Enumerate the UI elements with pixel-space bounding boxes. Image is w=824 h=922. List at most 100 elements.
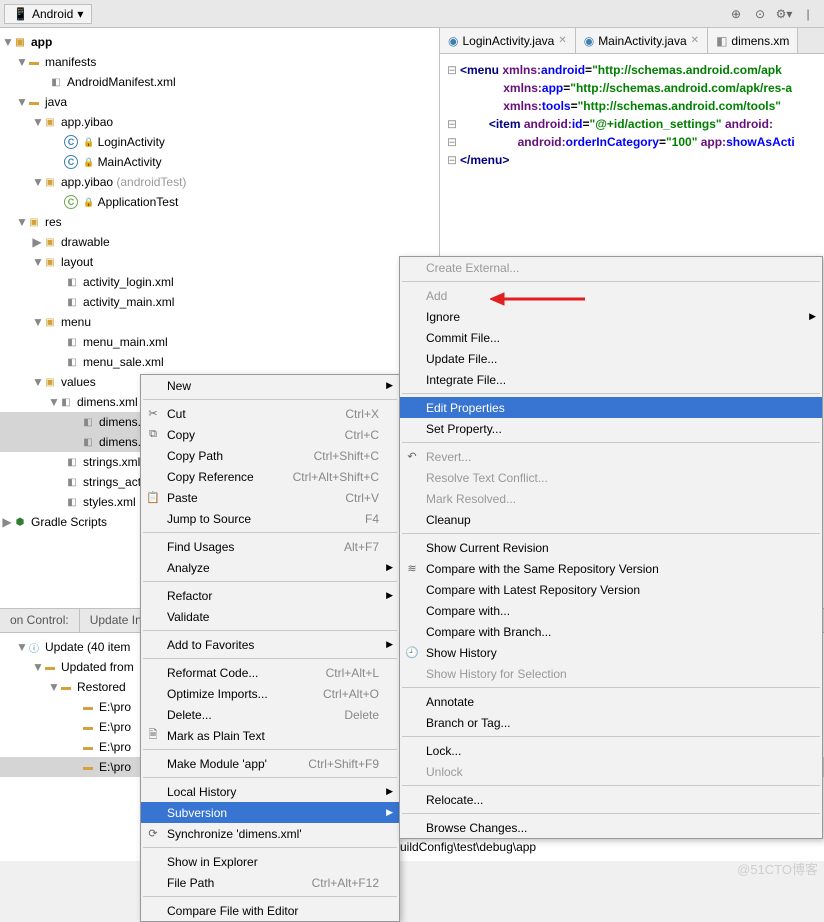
- target-icon[interactable]: ⊙: [748, 2, 772, 26]
- folder-icon: ▣: [42, 314, 58, 330]
- svn-browse-changes[interactable]: Browse Changes...: [400, 817, 822, 838]
- xml-file-icon: ◧: [64, 274, 80, 290]
- menu-analyze[interactable]: Analyze▶: [141, 557, 399, 578]
- menu-optimize[interactable]: Optimize Imports...Ctrl+Alt+O: [141, 683, 399, 704]
- tree-node-res[interactable]: ▼▣res: [0, 212, 439, 232]
- tree-node-java[interactable]: ▼▬java: [0, 92, 439, 112]
- folder-icon: ▬: [80, 699, 96, 715]
- svn-relocate[interactable]: Relocate...: [400, 789, 822, 810]
- svn-show-history-sel: Show History for Selection: [400, 663, 822, 684]
- menu-paste[interactable]: 📋PasteCtrl+V: [141, 487, 399, 508]
- module-icon: ▣: [12, 34, 28, 50]
- tree-node-main[interactable]: C🔒 MainActivity: [0, 152, 439, 172]
- result-row[interactable]: uildConfig\test\debug\app: [0, 837, 824, 857]
- folder-icon: ▬: [42, 659, 58, 675]
- menu-validate[interactable]: Validate: [141, 606, 399, 627]
- svn-cleanup[interactable]: Cleanup: [400, 509, 822, 530]
- close-tab-icon[interactable]: ✕: [558, 35, 566, 46]
- svn-ignore[interactable]: Ignore▶: [400, 306, 822, 327]
- menu-separator: [402, 687, 820, 688]
- editor-tab-dimens[interactable]: ◧dimens.xm: [708, 28, 798, 53]
- menu-separator: [143, 847, 397, 848]
- xml-file-icon: ◧: [64, 494, 80, 510]
- svn-submenu[interactable]: Create External... Add Ignore▶ Commit Fi…: [399, 256, 823, 839]
- svn-compare-same[interactable]: ≋Compare with the Same Repository Versio…: [400, 558, 822, 579]
- tree-node-menu-main[interactable]: ◧menu_main.xml: [0, 332, 439, 352]
- bottom-tab-control[interactable]: on Control:: [0, 609, 80, 632]
- package-icon: ▣: [42, 114, 58, 130]
- module-selector[interactable]: 📱 Android ▾: [4, 4, 92, 24]
- tree-node-apptest[interactable]: C🔒 ApplicationTest: [0, 192, 439, 212]
- folder-icon: ▣: [42, 374, 58, 390]
- submenu-arrow-icon: ▶: [386, 590, 393, 601]
- tree-node-activity-login[interactable]: ◧activity_login.xml: [0, 272, 439, 292]
- menu-reformat[interactable]: Reformat Code...Ctrl+Alt+L: [141, 662, 399, 683]
- menu-new[interactable]: New▶: [141, 375, 399, 396]
- svn-commit[interactable]: Commit File...: [400, 327, 822, 348]
- cut-icon: ✂: [145, 407, 161, 420]
- menu-separator: [402, 736, 820, 737]
- tree-node-manifests[interactable]: ▼▬manifests: [0, 52, 439, 72]
- chevron-down-icon: ▾: [77, 7, 83, 21]
- xml-file-icon: ◧: [64, 294, 80, 310]
- revert-icon: ↶: [404, 450, 420, 463]
- svn-lock[interactable]: Lock...: [400, 740, 822, 761]
- menu-local-history[interactable]: Local History▶: [141, 781, 399, 802]
- context-menu[interactable]: New▶ ✂CutCtrl+X ⧉CopyCtrl+C Copy PathCtr…: [140, 374, 400, 922]
- tree-node-drawable[interactable]: ▶▣drawable: [0, 232, 439, 252]
- menu-mark-plain[interactable]: 🗎Mark as Plain Text: [141, 725, 399, 746]
- tree-node-login[interactable]: C🔒 LoginActivity: [0, 132, 439, 152]
- watermark: @51CTO博客: [737, 859, 818, 878]
- menu-make-module[interactable]: Make Module 'app'Ctrl+Shift+F9: [141, 753, 399, 774]
- tree-node-package-test[interactable]: ▼▣app.yibao (androidTest): [0, 172, 439, 192]
- tree-node-layout[interactable]: ▼▣layout: [0, 252, 439, 272]
- menu-synchronize[interactable]: ⟳Synchronize 'dimens.xml': [141, 823, 399, 844]
- tree-node-app[interactable]: ▼▣app: [0, 32, 439, 52]
- gear-icon[interactable]: ⚙▾: [772, 2, 796, 26]
- menu-cut[interactable]: ✂CutCtrl+X: [141, 403, 399, 424]
- svn-update[interactable]: Update File...: [400, 348, 822, 369]
- fold-icon[interactable]: ⊟: [444, 62, 460, 79]
- menu-find-usages[interactable]: Find UsagesAlt+F7: [141, 536, 399, 557]
- svn-show-history[interactable]: 🕘Show History: [400, 642, 822, 663]
- menu-add-favorites[interactable]: Add to Favorites▶: [141, 634, 399, 655]
- fold-icon[interactable]: ⊟: [444, 134, 460, 151]
- menu-delete[interactable]: Delete...Delete: [141, 704, 399, 725]
- menu-file-path[interactable]: File PathCtrl+Alt+F12: [141, 872, 399, 893]
- menu-separator: [402, 813, 820, 814]
- fold-icon[interactable]: ⊟: [444, 116, 460, 133]
- menu-compare-editor[interactable]: Compare File with Editor: [141, 900, 399, 921]
- menu-separator: [402, 533, 820, 534]
- history-icon: 🕘: [404, 646, 420, 659]
- svn-show-current[interactable]: Show Current Revision: [400, 537, 822, 558]
- fold-icon[interactable]: ⊟: [444, 152, 460, 169]
- folder-icon: ▬: [80, 739, 96, 755]
- menu-show-explorer[interactable]: Show in Explorer: [141, 851, 399, 872]
- svn-edit-properties[interactable]: Edit Properties: [400, 397, 822, 418]
- svn-compare-branch[interactable]: Compare with Branch...: [400, 621, 822, 642]
- svn-compare-latest[interactable]: Compare with Latest Repository Version: [400, 579, 822, 600]
- menu-jump[interactable]: Jump to SourceF4: [141, 508, 399, 529]
- xml-file-icon: ◧: [64, 474, 80, 490]
- editor-tab-login[interactable]: ◉LoginActivity.java✕: [440, 28, 576, 53]
- tree-node-activity-main[interactable]: ◧activity_main.xml: [0, 292, 439, 312]
- menu-copy-ref[interactable]: Copy ReferenceCtrl+Alt+Shift+C: [141, 466, 399, 487]
- folder-icon: ▣: [26, 214, 42, 230]
- menu-copy-path[interactable]: Copy PathCtrl+Shift+C: [141, 445, 399, 466]
- svn-set-property[interactable]: Set Property...: [400, 418, 822, 439]
- svn-annotate[interactable]: Annotate: [400, 691, 822, 712]
- collapse-icon[interactable]: ⊕: [724, 2, 748, 26]
- svn-create-external: Create External...: [400, 257, 822, 278]
- tree-node-manifest-file[interactable]: ◧AndroidManifest.xml: [0, 72, 439, 92]
- svn-branch-tag[interactable]: Branch or Tag...: [400, 712, 822, 733]
- tree-node-package[interactable]: ▼▣app.yibao: [0, 112, 439, 132]
- svn-integrate[interactable]: Integrate File...: [400, 369, 822, 390]
- close-tab-icon[interactable]: ✕: [691, 35, 699, 46]
- menu-subversion[interactable]: Subversion▶: [141, 802, 399, 823]
- menu-copy[interactable]: ⧉CopyCtrl+C: [141, 424, 399, 445]
- svn-compare-with[interactable]: Compare with...: [400, 600, 822, 621]
- tree-node-menu[interactable]: ▼▣menu: [0, 312, 439, 332]
- editor-tab-main[interactable]: ◉MainActivity.java✕: [576, 28, 708, 53]
- menu-refactor[interactable]: Refactor▶: [141, 585, 399, 606]
- tree-node-menu-sale[interactable]: ◧menu_sale.xml: [0, 352, 439, 372]
